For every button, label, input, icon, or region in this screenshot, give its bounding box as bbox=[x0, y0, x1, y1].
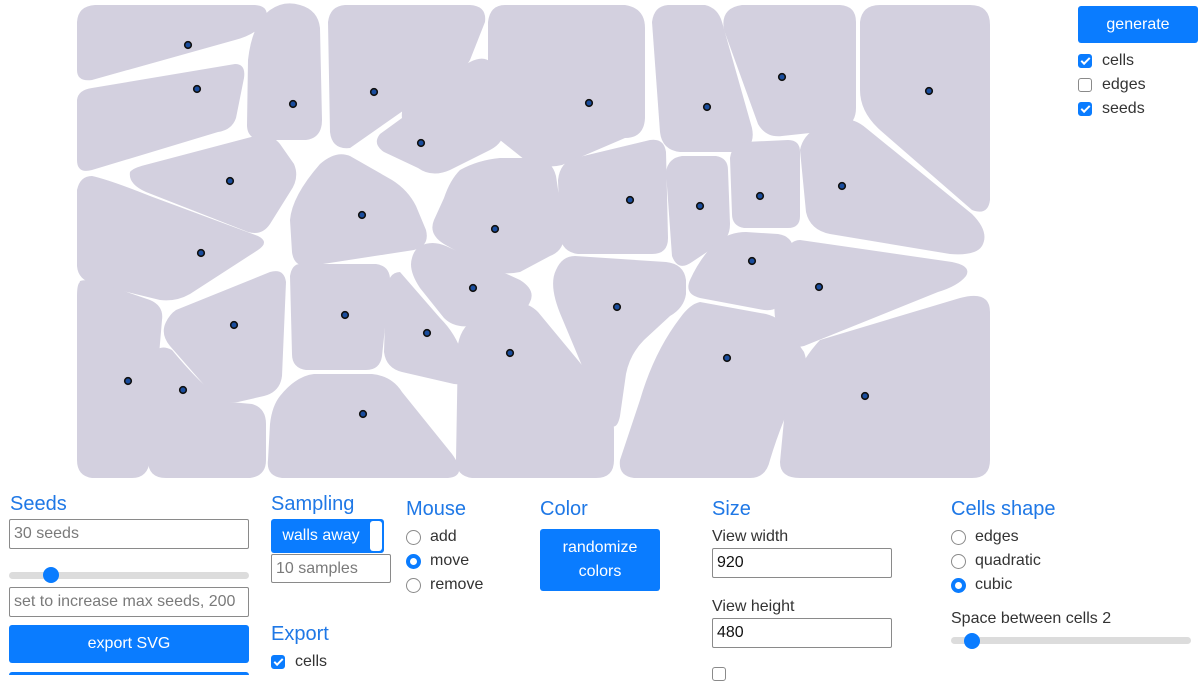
seed-point[interactable] bbox=[814, 282, 824, 292]
export-heading: Export bbox=[271, 623, 329, 645]
checkbox-unchecked-icon[interactable] bbox=[1078, 78, 1092, 92]
seed-point[interactable] bbox=[468, 283, 478, 293]
seeds-slider-thumb[interactable] bbox=[43, 567, 59, 583]
size-heading: Size bbox=[712, 498, 751, 520]
seed-point[interactable] bbox=[695, 201, 705, 211]
seed-point[interactable] bbox=[416, 138, 426, 148]
sampling-mode-label: walls away bbox=[282, 527, 360, 544]
radio-on-icon[interactable] bbox=[406, 553, 421, 569]
seed-point[interactable] bbox=[924, 86, 934, 96]
seed-point[interactable] bbox=[225, 176, 235, 186]
sampling-mode-toggle[interactable]: walls away bbox=[271, 519, 384, 553]
voronoi-cell[interactable] bbox=[488, 5, 645, 167]
seed-point[interactable] bbox=[505, 348, 515, 358]
shape-option-label: edges bbox=[975, 528, 1019, 545]
space-between-cells-label: Space between cells 2 bbox=[951, 610, 1112, 627]
voronoi-canvas[interactable] bbox=[0, 0, 1000, 480]
mouse-option-add[interactable]: add bbox=[406, 527, 457, 547]
cells-layer bbox=[77, 3, 990, 478]
seed-point[interactable] bbox=[837, 181, 847, 191]
seed-point[interactable] bbox=[747, 256, 757, 266]
randomize-colors-button[interactable]: randomize colors bbox=[540, 529, 660, 591]
space-slider-track[interactable] bbox=[951, 637, 1191, 644]
checkbox-checked-icon[interactable] bbox=[1078, 102, 1092, 116]
generate-button[interactable]: generate bbox=[1078, 6, 1198, 43]
seeds-count-input[interactable] bbox=[9, 519, 249, 549]
seed-point[interactable] bbox=[192, 84, 202, 94]
toggle-knob[interactable] bbox=[370, 521, 382, 551]
seed-point[interactable] bbox=[183, 40, 193, 50]
export-option-cells[interactable]: cells bbox=[271, 652, 327, 672]
display-option-label: cells bbox=[1102, 52, 1135, 69]
voronoi-cell[interactable] bbox=[267, 374, 460, 478]
radio-off-icon[interactable] bbox=[406, 529, 421, 545]
seed-point[interactable] bbox=[722, 353, 732, 363]
seeds-heading: Seeds bbox=[10, 493, 67, 515]
voronoi-cell[interactable] bbox=[290, 264, 390, 370]
seed-point[interactable] bbox=[178, 385, 188, 395]
display-option-label: edges bbox=[1102, 76, 1146, 93]
seed-point[interactable] bbox=[288, 99, 298, 109]
seed-point[interactable] bbox=[340, 310, 350, 320]
display-option-label: seeds bbox=[1102, 100, 1145, 117]
shape-option-cubic[interactable]: cubic bbox=[951, 575, 1012, 595]
seed-point[interactable] bbox=[625, 195, 635, 205]
sampling-heading: Sampling bbox=[271, 493, 355, 515]
seed-point[interactable] bbox=[196, 248, 206, 258]
voronoi-cell[interactable] bbox=[730, 140, 800, 228]
mouse-option-move[interactable]: move bbox=[406, 551, 469, 571]
export-svg-button[interactable]: export SVG bbox=[9, 625, 249, 663]
seed-point[interactable] bbox=[860, 391, 870, 401]
view-height-input[interactable] bbox=[712, 618, 892, 648]
seed-point[interactable] bbox=[702, 102, 712, 112]
seed-point[interactable] bbox=[422, 328, 432, 338]
cells-shape-heading: Cells shape bbox=[951, 498, 1056, 520]
seed-point[interactable] bbox=[229, 320, 239, 330]
view-width-input[interactable] bbox=[712, 548, 892, 578]
seed-point[interactable] bbox=[777, 72, 787, 82]
samples-input[interactable] bbox=[271, 554, 391, 583]
seed-point[interactable] bbox=[490, 224, 500, 234]
view-width-label: View width bbox=[712, 528, 789, 545]
mouse-option-label: move bbox=[430, 552, 470, 569]
seed-point[interactable] bbox=[358, 409, 368, 419]
checkbox-checked-icon[interactable] bbox=[271, 655, 285, 669]
shape-option-quadratic[interactable]: quadratic bbox=[951, 551, 1041, 571]
seed-point[interactable] bbox=[584, 98, 594, 108]
checkbox-unchecked-icon[interactable] bbox=[712, 667, 726, 681]
radio-on-icon[interactable] bbox=[951, 577, 966, 593]
seed-point[interactable] bbox=[357, 210, 367, 220]
mouse-option-remove[interactable]: remove bbox=[406, 575, 483, 595]
seed-point[interactable] bbox=[123, 376, 133, 386]
seed-point[interactable] bbox=[369, 87, 379, 97]
radio-off-icon[interactable] bbox=[406, 577, 421, 593]
mouse-option-label: remove bbox=[430, 576, 484, 593]
mouse-option-label: add bbox=[430, 528, 457, 545]
color-heading: Color bbox=[540, 498, 588, 520]
mouse-heading: Mouse bbox=[406, 498, 467, 520]
display-option-cells[interactable]: cells bbox=[1078, 51, 1134, 71]
view-height-label: View height bbox=[712, 598, 795, 615]
seed-point[interactable] bbox=[612, 302, 622, 312]
seed-point[interactable] bbox=[755, 191, 765, 201]
display-option-seeds[interactable]: seeds bbox=[1078, 99, 1145, 119]
export-option-label: cells bbox=[295, 653, 328, 670]
checkbox-checked-icon[interactable] bbox=[1078, 54, 1092, 68]
display-option-edges[interactable]: edges bbox=[1078, 75, 1146, 95]
max-seeds-input[interactable] bbox=[9, 587, 249, 617]
voronoi-cell[interactable] bbox=[290, 154, 427, 267]
radio-off-icon[interactable] bbox=[951, 553, 966, 569]
radio-off-icon[interactable] bbox=[951, 529, 966, 545]
shape-option-label: quadratic bbox=[975, 552, 1041, 569]
shape-option-label: cubic bbox=[975, 576, 1013, 593]
space-slider-thumb[interactable] bbox=[964, 633, 980, 649]
shape-option-edges[interactable]: edges bbox=[951, 527, 1019, 547]
